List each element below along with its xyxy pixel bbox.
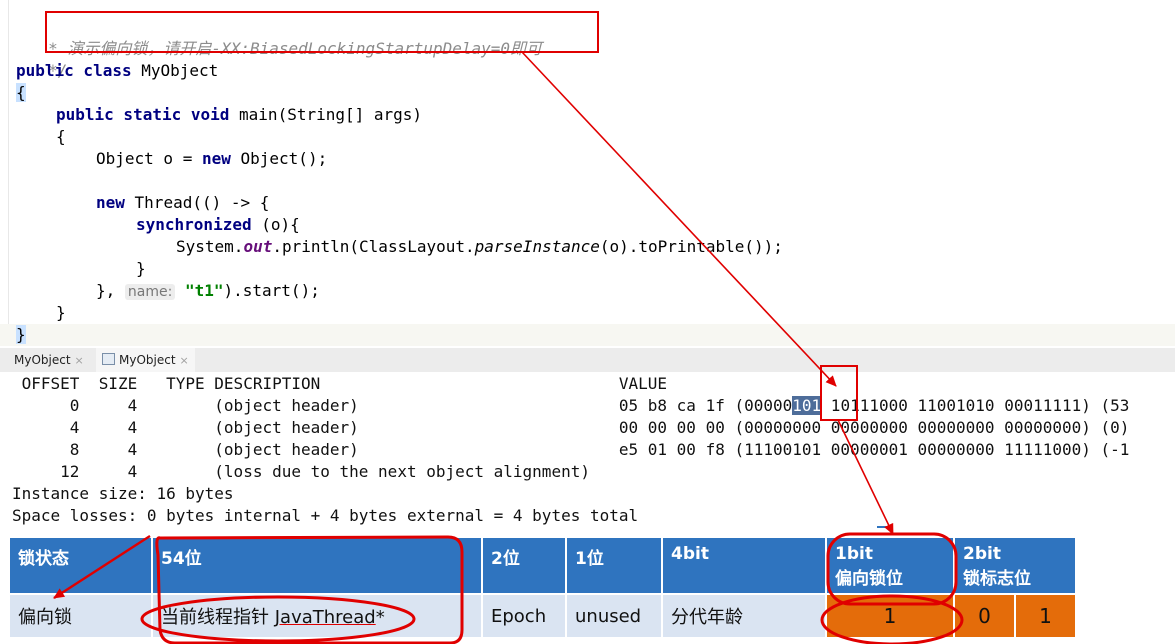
cell-biased-bit: 1 xyxy=(826,593,955,637)
window-icon xyxy=(102,353,115,365)
header-biased-bit: 1bit 偏向锁位 xyxy=(826,538,955,594)
lambda-close: }, xyxy=(96,281,116,300)
class-close-brace: } xyxy=(16,325,26,344)
lock-flag-bit-1: 1 xyxy=(1014,595,1075,637)
code-line-class-decl: public class MyObject xyxy=(16,60,218,82)
synchronized-target: (o){ xyxy=(251,215,300,234)
markword-biased-row: 偏向锁 当前线程指针 JavaThread* Epoch unused 分代年龄… xyxy=(10,593,1077,637)
cell-epoch: Epoch xyxy=(482,593,567,637)
code-line-sync-close: } xyxy=(136,258,146,280)
code-editor[interactable]: * 演示偏向锁，请开启-XX:BiasedLockingStartupDelay… xyxy=(0,0,1175,348)
console-header: OFFSET SIZE TYPE DESCRIPTION VALUE xyxy=(12,374,668,393)
code-line-thread-start: }, name: "t1").start(); xyxy=(96,280,320,302)
space-losses-line: Space losses: 0 bytes internal + 4 bytes… xyxy=(12,506,639,525)
tab-label: MyObject xyxy=(119,353,176,367)
code-line-main-close: } xyxy=(56,302,66,324)
markword-table: 锁状态 54位 2位 1位 4bit 1bit 偏向锁位 2bit 锁标志位 偏… xyxy=(10,538,1077,637)
class-name: MyObject xyxy=(141,61,219,80)
code-line-comment-end: */ xyxy=(0,38,67,80)
class-open-brace: { xyxy=(16,83,26,102)
system-ref: System. xyxy=(176,237,244,256)
thread-pointer-label: 当前线程指针 xyxy=(161,607,275,628)
header-1bit: 1位 xyxy=(566,538,663,594)
start-call: ).start(); xyxy=(223,281,320,300)
code-line-synchronized: synchronized (o){ xyxy=(136,214,300,236)
cell-lock-state: 偏向锁 xyxy=(10,593,153,637)
close-icon[interactable]: × xyxy=(75,354,84,367)
pointer-star: * xyxy=(375,607,385,628)
to-printable-call: (o).toPrintable()); xyxy=(599,237,783,256)
close-icon[interactable]: × xyxy=(180,354,189,367)
run-tab-bar: MyObject × MyObject × xyxy=(0,348,1175,373)
tab-myobject-2[interactable]: MyObject × xyxy=(96,348,195,372)
code-line-class-open: { xyxy=(16,82,26,104)
tab-label: MyObject xyxy=(14,353,71,367)
tab-myobject-1[interactable]: MyObject × xyxy=(8,348,90,372)
console-row-text: 10111000 11001010 00011111) (53 xyxy=(821,396,1130,415)
markword-header-row: 锁状态 54位 2位 1位 4bit 1bit 偏向锁位 2bit 锁标志位 xyxy=(10,538,1077,594)
header-4bit: 4bit xyxy=(662,538,827,594)
cell-unused: unused xyxy=(566,593,663,637)
comment-text: * 演示偏向锁，请开启-XX:BiasedLockingStartupDelay… xyxy=(38,39,543,58)
code-line-object-decl: Object o = new Object(); xyxy=(96,148,327,170)
new-keyword: new xyxy=(96,193,125,212)
header-2bit: 2位 xyxy=(482,538,567,594)
code-line-comment: * 演示偏向锁，请开启-XX:BiasedLockingStartupDelay… xyxy=(0,16,542,58)
instance-size-line: Instance size: 16 bytes xyxy=(12,484,234,503)
parameter-hint: name: xyxy=(124,284,176,300)
synchronized-keyword: synchronized xyxy=(136,215,252,234)
out-field: out xyxy=(243,237,273,256)
header-lock-state: 锁状态 xyxy=(10,538,153,594)
console-row-text: 12 4 (loss due to the next object alignm… xyxy=(12,462,590,481)
console-row-text: 0 4 (object header) 05 b8 ca 1f (00000 xyxy=(12,396,793,415)
header-lock-flag: 2bit 锁标志位 xyxy=(954,538,1077,594)
console-row-3: 12 4 (loss due to the next object alignm… xyxy=(12,461,590,483)
code-line-class-close: } xyxy=(0,324,1175,346)
thread-name-string: "t1" xyxy=(184,281,224,300)
cell-thread-pointer: 当前线程指针 JavaThread* xyxy=(152,593,483,637)
code-line-main-open: { xyxy=(56,126,66,148)
code-line-main-decl: public static void main(String[] args) xyxy=(56,104,422,126)
console-row-text: 4 4 (object header) 00 00 00 00 (0000000… xyxy=(12,418,1130,437)
console-row-text: 8 4 (object header) e5 01 00 f8 (1110010… xyxy=(12,440,1130,459)
thread-ctor: Thread(() -> { xyxy=(124,193,270,212)
new-keyword: new xyxy=(201,149,231,168)
lock-flag-bit-0: 0 xyxy=(955,595,1014,637)
method-open-brace: { xyxy=(56,127,66,146)
console-row-1: 4 4 (object header) 00 00 00 00 (0000000… xyxy=(12,417,1130,439)
selected-bits: 101 xyxy=(792,396,822,415)
code-line-println: System.out.println(ClassLayout.parseInst… xyxy=(176,236,783,258)
header-54bit: 54位 xyxy=(152,538,483,594)
blue-dash-mark xyxy=(877,526,889,528)
console-output[interactable]: OFFSET SIZE TYPE DESCRIPTION VALUE 0 4 (… xyxy=(0,372,1175,528)
object-decl: Object o = xyxy=(96,149,202,168)
method-keywords: public static void xyxy=(56,105,240,124)
console-row-0: 0 4 (object header) 05 b8 ca 1f (0000010… xyxy=(12,395,1129,417)
object-ctor: Object(); xyxy=(230,149,328,168)
println-call: .println(ClassLayout. xyxy=(272,237,475,256)
class-keyword: public class xyxy=(16,61,142,80)
cell-lock-flag: 0 1 xyxy=(954,593,1077,637)
console-row-2: 8 4 (object header) e5 01 00 f8 (1110010… xyxy=(12,439,1130,461)
method-close-brace: } xyxy=(56,303,66,322)
parse-instance-call: parseInstance xyxy=(474,237,600,256)
code-line-thread-decl: new Thread(() -> { xyxy=(96,192,269,214)
method-signature: main(String[] args) xyxy=(239,105,423,124)
cell-age: 分代年龄 xyxy=(662,593,827,637)
sync-close-brace: } xyxy=(136,259,146,278)
java-thread-type: JavaThread xyxy=(274,607,376,628)
